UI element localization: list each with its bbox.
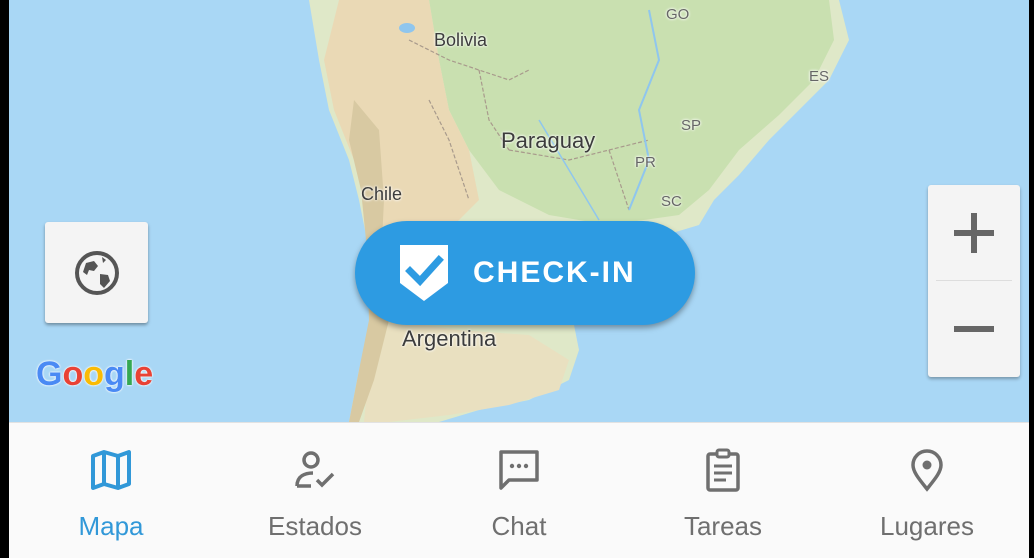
map-label-bolivia: Bolivia	[434, 30, 488, 50]
screen-edge-left	[0, 0, 9, 558]
google-logo-letter: g	[104, 355, 125, 393]
app-screen: Bolivia Paraguay Chile Argentina GO ES S…	[0, 0, 1034, 558]
chat-icon	[494, 445, 544, 495]
nav-item-tareas[interactable]: Tareas	[621, 423, 825, 558]
globe-icon	[74, 250, 119, 295]
google-logo-letter: l	[124, 355, 135, 393]
map-icon	[86, 445, 136, 495]
person-check-icon	[290, 445, 340, 495]
nav-label: Mapa	[78, 511, 144, 541]
map-label-sc: SC	[661, 193, 682, 210]
nav-item-mapa[interactable]: Mapa	[9, 423, 213, 558]
nav-item-lugares[interactable]: Lugares	[825, 423, 1029, 558]
google-logo-letter: G	[36, 355, 63, 393]
nav-item-estados[interactable]: Estados	[213, 423, 417, 558]
bottom-navigation: Mapa Estados Chat Tareas Lugares	[9, 422, 1029, 558]
nav-label: Tareas	[683, 511, 763, 541]
zoom-in-button[interactable]	[928, 185, 1020, 281]
map-label-pr: PR	[635, 154, 656, 171]
nav-label: Chat	[491, 511, 547, 541]
location-pin-icon	[902, 445, 952, 495]
map-terrain	[9, 0, 1029, 422]
map-label-chile: Chile	[361, 184, 403, 204]
map-label-es: ES	[809, 68, 830, 85]
google-logo-letter: o	[62, 355, 84, 393]
zoom-out-button[interactable]	[928, 281, 1020, 377]
screen-edge-right	[1029, 0, 1034, 558]
map-label-paraguay: Paraguay	[501, 128, 596, 153]
clipboard-icon	[698, 445, 748, 495]
google-logo-letter: o	[83, 355, 105, 393]
map-view[interactable]: Bolivia Paraguay Chile Argentina GO ES S…	[9, 0, 1029, 422]
map-label-argentina: Argentina	[402, 326, 497, 351]
nav-item-chat[interactable]: Chat	[417, 423, 621, 558]
map-type-button[interactable]	[45, 222, 148, 323]
nav-label: Estados	[268, 511, 362, 541]
plus-icon	[954, 213, 994, 253]
zoom-control	[928, 185, 1020, 377]
google-logo-letter: e	[134, 355, 154, 393]
shield-check-icon	[400, 245, 448, 301]
nav-label: Lugares	[880, 511, 974, 541]
checkin-button[interactable]: CHECK-IN	[355, 221, 695, 325]
checkin-label: CHECK-IN	[473, 256, 636, 289]
minus-icon	[954, 326, 994, 332]
map-label-sp: SP	[681, 117, 702, 134]
map-label-go: GO	[666, 6, 690, 23]
google-logo: Google	[36, 355, 153, 394]
